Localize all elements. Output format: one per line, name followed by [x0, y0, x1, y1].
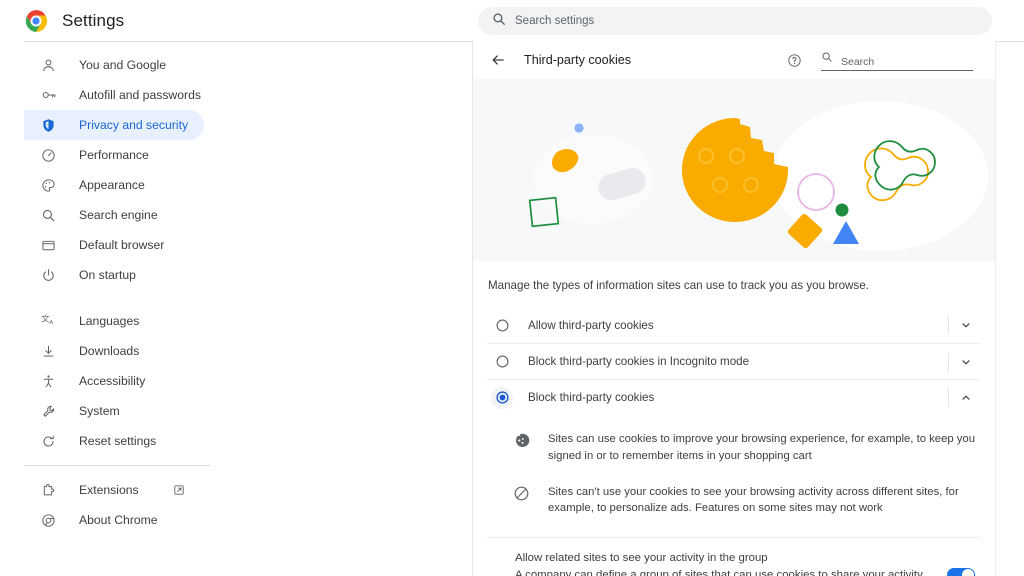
chevron-down-icon[interactable] [957, 316, 975, 334]
settings-content-panel: Third-party cookies Search Manage the ty… [472, 41, 996, 576]
download-icon [40, 343, 57, 360]
back-arrow-icon[interactable] [487, 49, 509, 71]
sidebar-item-extensions[interactable]: Extensions [24, 475, 204, 505]
sidebar-item-label: Languages [79, 314, 140, 328]
option-allow-third-party-cookies[interactable]: Allow third-party cookies [487, 307, 981, 343]
sidebar-item-default-browser[interactable]: Default browser [24, 230, 204, 260]
sidebar-item-label: About Chrome [79, 513, 158, 527]
option-details: Sites can use cookies to improve your br… [473, 415, 995, 533]
sidebar-item-label: Downloads [79, 344, 140, 358]
power-icon [40, 267, 57, 284]
page-title: Settings [62, 10, 125, 30]
search-icon [492, 12, 506, 31]
radio-button-selected[interactable] [491, 386, 513, 409]
content-header-actions: Search [787, 50, 973, 71]
refresh-icon [40, 433, 57, 450]
sidebar-item-performance[interactable]: Performance [24, 140, 204, 170]
detail-text: Sites can't use your cookies to see your… [548, 485, 959, 515]
sidebar-item-label: Privacy and security [79, 118, 189, 132]
speedometer-icon [40, 147, 57, 164]
app-brand: Settings [0, 9, 124, 33]
sidebar-item-label: Accessibility [79, 374, 146, 388]
sidebar-item-search-engine[interactable]: Search engine [24, 200, 204, 230]
sidebar-item-you-and-google[interactable]: You and Google [24, 50, 204, 80]
translate-icon: 文 A [40, 313, 57, 330]
chrome-logo-icon [24, 9, 48, 33]
person-icon [40, 57, 57, 74]
row-separator [948, 353, 949, 372]
chevron-down-icon[interactable] [957, 353, 975, 371]
shield-icon [40, 117, 57, 134]
row-separator [948, 316, 949, 335]
sidebar-item-label: Search engine [79, 208, 158, 222]
block-icon [513, 485, 531, 503]
wrench-icon [40, 403, 57, 420]
sidebar-item-languages[interactable]: 文 A Languages [24, 306, 204, 336]
chevron-up-icon[interactable] [957, 389, 975, 407]
related-sites-title: Allow related sites to see your activity… [515, 551, 768, 564]
sidebar-item-label: Reset settings [79, 434, 157, 448]
svg-text:A: A [49, 320, 53, 326]
option-block-third-party-cookies-in-incognito-mode[interactable]: Block third-party cookies in Incognito m… [487, 343, 981, 379]
app-top-bar: Settings Search settings [0, 0, 1024, 41]
cookie-illustration [473, 79, 995, 261]
search-icon [821, 50, 833, 68]
sidebar-divider [24, 465, 210, 466]
sidebar-item-label: Autofill and passwords [79, 88, 201, 102]
radio-button[interactable] [491, 314, 513, 336]
option-label: Block third-party cookies [528, 391, 655, 405]
content-search-input[interactable]: Search [821, 50, 973, 71]
content-header: Third-party cookies Search [473, 41, 995, 79]
content-search-placeholder: Search [841, 56, 875, 68]
sidebar-item-on-startup[interactable]: On startup [24, 260, 204, 290]
related-sites-toggle[interactable] [947, 568, 975, 576]
sidebar-item-privacy-and-security[interactable]: Privacy and security [24, 110, 204, 140]
illustration-shapes [528, 118, 936, 249]
sidebar-item-appearance[interactable]: Appearance [24, 170, 204, 200]
chrome-outline-icon [40, 512, 57, 529]
option-block-third-party-cookies[interactable]: Block third-party cookies [487, 379, 981, 415]
accessibility-icon [40, 373, 57, 390]
option-label: Allow third-party cookies [528, 318, 654, 332]
content-title: Third-party cookies [524, 53, 632, 67]
search-settings-input[interactable]: Search settings [478, 7, 992, 35]
sidebar-item-label: System [79, 404, 120, 418]
related-sites-subtitle: A company can define a group of sites th… [515, 568, 923, 576]
sidebar-item-label: Default browser [79, 238, 165, 252]
option-label: Block third-party cookies in Incognito m… [528, 355, 750, 369]
sidebar-item-label: You and Google [79, 58, 166, 72]
browser-window-icon [40, 237, 57, 254]
palette-icon [40, 177, 57, 194]
row-separator [948, 389, 949, 408]
help-circle-icon[interactable] [787, 53, 803, 69]
sidebar-item-downloads[interactable]: Downloads [24, 336, 204, 366]
sidebar-item-autofill-and-passwords[interactable]: Autofill and passwords [24, 80, 204, 110]
extension-icon [40, 482, 57, 499]
detail-text: Sites can use cookies to improve your br… [548, 433, 975, 462]
cookie-icon [513, 432, 531, 450]
sidebar-item-label: Extensions [79, 483, 139, 497]
sidebar-item-label: Performance [79, 148, 149, 162]
radio-button[interactable] [491, 351, 513, 373]
settings-sidebar: You and Google Autofill and passwords Pr… [0, 50, 455, 535]
sidebar-item-label: On startup [79, 268, 136, 282]
section-description: Manage the types of information sites ca… [488, 279, 869, 292]
sidebar-item-label: Appearance [79, 178, 145, 192]
related-sites-text: Allow related sites to see your activity… [515, 550, 933, 576]
svg-text:文: 文 [41, 313, 49, 323]
key-icon [40, 87, 57, 104]
cookie-options-list: Allow third-party cookies Block third-pa… [473, 307, 995, 415]
open-in-new-icon[interactable] [173, 484, 185, 496]
sidebar-item-reset-settings[interactable]: Reset settings [24, 426, 204, 456]
detail-row: Sites can use cookies to improve your br… [513, 421, 975, 474]
toggle-knob [962, 569, 974, 576]
sidebar-item-system[interactable]: System [24, 396, 204, 426]
detail-row: Sites can't use your cookies to see your… [513, 474, 975, 527]
sidebar-item-accessibility[interactable]: Accessibility [24, 366, 204, 396]
search-settings-placeholder: Search settings [515, 15, 595, 27]
sidebar-item-about-chrome[interactable]: About Chrome [24, 505, 204, 535]
related-sites-setting: Allow related sites to see your activity… [473, 538, 995, 576]
search-icon [40, 207, 57, 224]
